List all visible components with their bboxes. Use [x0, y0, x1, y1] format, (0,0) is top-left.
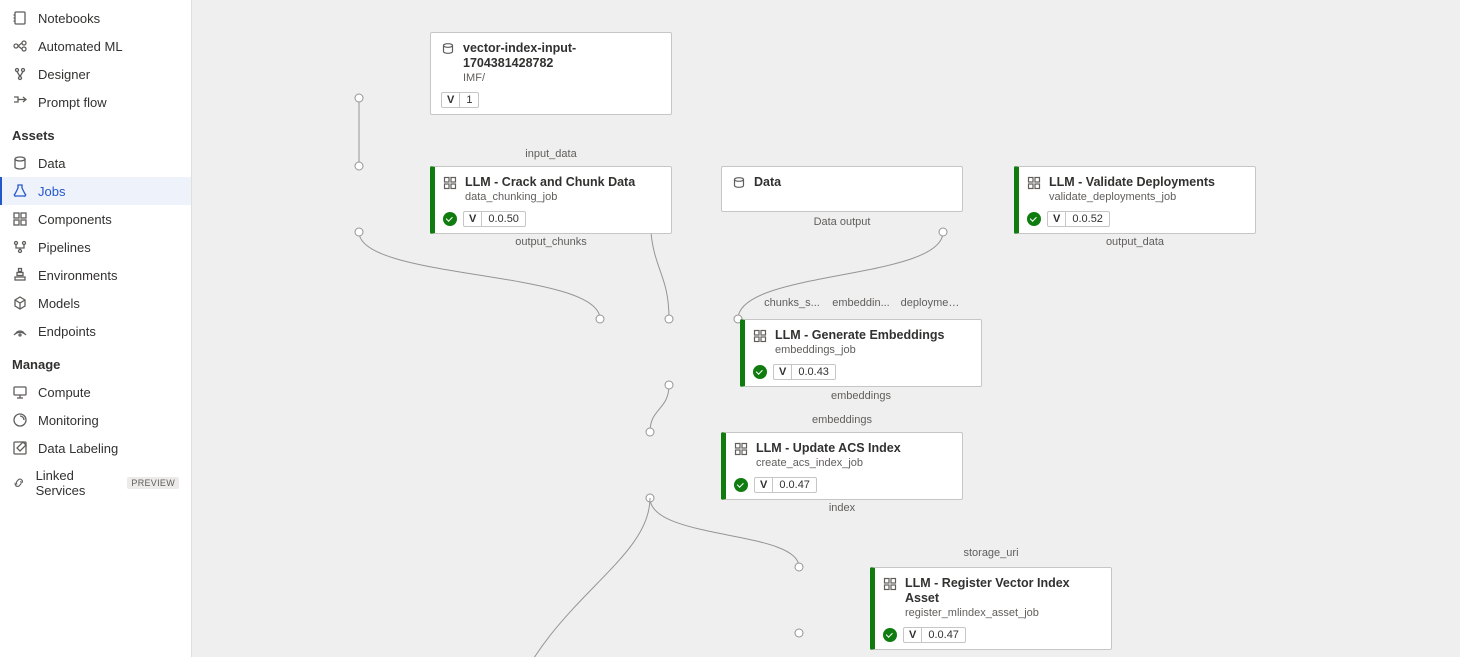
version-badge: V 1 [441, 92, 479, 108]
jobs-icon [12, 183, 28, 199]
sidebar-item-designer[interactable]: Designer [0, 60, 191, 88]
port-label: deployme… [901, 297, 960, 309]
version-badge: V 0.0.52 [1047, 211, 1110, 227]
sidebar-item-automl[interactable]: Automated ML [0, 32, 191, 60]
sidebar-item-label: Monitoring [38, 413, 99, 428]
sidebar: Notebooks Automated ML Designer Prompt f… [0, 0, 192, 657]
sidebar-item-label: Data Labeling [38, 441, 118, 456]
dataset-icon [441, 42, 455, 56]
port-label: chunks_s... [764, 297, 820, 309]
sidebar-item-label: Endpoints [38, 324, 96, 339]
port-label: embeddin... [832, 297, 889, 309]
sidebar-item-linked[interactable]: Linked Services PREVIEW [0, 462, 191, 504]
node-subtitle: IMF/ [463, 72, 661, 84]
components-icon [12, 211, 28, 227]
node-vector-index-input[interactable]: vector-index-input-1704381428782 IMF/ V … [430, 32, 672, 115]
node-validate-deployments[interactable]: LLM - Validate Deployments validate_depl… [1014, 166, 1256, 234]
status-success-icon [1027, 212, 1041, 226]
sidebar-item-label: Models [38, 296, 80, 311]
sidebar-item-endpoints[interactable]: Endpoints [0, 317, 191, 345]
sidebar-item-label: Linked Services [36, 468, 114, 498]
sidebar-item-labeling[interactable]: Data Labeling [0, 434, 191, 462]
node-update-acs-index[interactable]: LLM - Update ACS Index create_acs_index_… [721, 432, 963, 500]
node-title: vector-index-input-1704381428782 [463, 41, 661, 71]
notebook-icon [12, 10, 28, 26]
component-icon [734, 442, 748, 456]
sidebar-item-label: Environments [38, 268, 117, 283]
version-badge: V 0.0.50 [463, 211, 526, 227]
sidebar-item-label: Data [38, 156, 65, 171]
monitoring-icon [12, 412, 28, 428]
sidebar-item-label: Automated ML [38, 39, 123, 54]
models-icon [12, 295, 28, 311]
automl-icon [12, 38, 28, 54]
version-badge: V 0.0.47 [903, 627, 966, 643]
node-subtitle: data_chunking_job [465, 191, 635, 203]
port-label: embeddings [812, 414, 872, 426]
node-register-vector-index[interactable]: LLM - Register Vector Index Asset regist… [870, 567, 1112, 650]
sidebar-item-label: Components [38, 212, 112, 227]
sidebar-item-data[interactable]: Data [0, 149, 191, 177]
endpoints-icon [12, 323, 28, 339]
compute-icon [12, 384, 28, 400]
node-subtitle: validate_deployments_job [1049, 191, 1215, 203]
sidebar-item-jobs[interactable]: Jobs [0, 177, 191, 205]
node-data[interactable]: Data [721, 166, 963, 212]
node-title: LLM - Generate Embeddings [775, 328, 944, 343]
status-success-icon [883, 628, 897, 642]
sidebar-section-manage: Manage [0, 345, 191, 378]
sidebar-item-label: Pipelines [38, 240, 91, 255]
sidebar-item-label: Designer [38, 67, 90, 82]
node-subtitle: embeddings_job [775, 344, 944, 356]
sidebar-item-label: Jobs [38, 184, 65, 199]
node-title: Data [754, 175, 781, 190]
pipelines-icon [12, 239, 28, 255]
sidebar-item-models[interactable]: Models [0, 289, 191, 317]
component-icon [753, 329, 767, 343]
version-badge: V 0.0.43 [773, 364, 836, 380]
port-label: output_chunks [515, 236, 587, 248]
sidebar-item-pipelines[interactable]: Pipelines [0, 233, 191, 261]
sidebar-item-monitoring[interactable]: Monitoring [0, 406, 191, 434]
component-icon [443, 176, 457, 190]
node-title: LLM - Crack and Chunk Data [465, 175, 635, 190]
designer-icon [12, 66, 28, 82]
labeling-icon [12, 440, 28, 456]
node-title: LLM - Register Vector Index Asset [905, 576, 1101, 606]
data-icon [12, 155, 28, 171]
sidebar-item-components[interactable]: Components [0, 205, 191, 233]
node-generate-embeddings[interactable]: LLM - Generate Embeddings embeddings_job… [740, 319, 982, 387]
sidebar-item-promptflow[interactable]: Prompt flow [0, 88, 191, 116]
node-subtitle: create_acs_index_job [756, 457, 901, 469]
node-chunk-data[interactable]: LLM - Crack and Chunk Data data_chunking… [430, 166, 672, 234]
node-title: LLM - Update ACS Index [756, 441, 901, 456]
sidebar-item-notebooks[interactable]: Notebooks [0, 4, 191, 32]
port-label: storage_uri [963, 547, 1018, 559]
promptflow-icon [12, 94, 28, 110]
component-icon [883, 577, 897, 591]
pipeline-canvas[interactable]: Data output input_data output_chunks Dat… [192, 0, 1460, 657]
port-label: Data output [814, 216, 871, 228]
status-success-icon [443, 212, 457, 226]
port-label: input_data [525, 148, 576, 160]
version-badge: V 0.0.47 [754, 477, 817, 493]
status-success-icon [753, 365, 767, 379]
dataset-icon [732, 176, 746, 190]
sidebar-section-assets: Assets [0, 116, 191, 149]
sidebar-item-label: Prompt flow [38, 95, 107, 110]
port-label: embeddings [831, 390, 891, 402]
sidebar-item-label: Compute [38, 385, 91, 400]
node-subtitle: register_mlindex_asset_job [905, 607, 1101, 619]
port-label: index [829, 502, 855, 514]
node-title: LLM - Validate Deployments [1049, 175, 1215, 190]
environments-icon [12, 267, 28, 283]
component-icon [1027, 176, 1041, 190]
linked-icon [12, 475, 26, 491]
port-label: output_data [1106, 236, 1164, 248]
sidebar-item-environments[interactable]: Environments [0, 261, 191, 289]
preview-badge: PREVIEW [127, 477, 179, 489]
sidebar-item-label: Notebooks [38, 11, 100, 26]
sidebar-item-compute[interactable]: Compute [0, 378, 191, 406]
status-success-icon [734, 478, 748, 492]
